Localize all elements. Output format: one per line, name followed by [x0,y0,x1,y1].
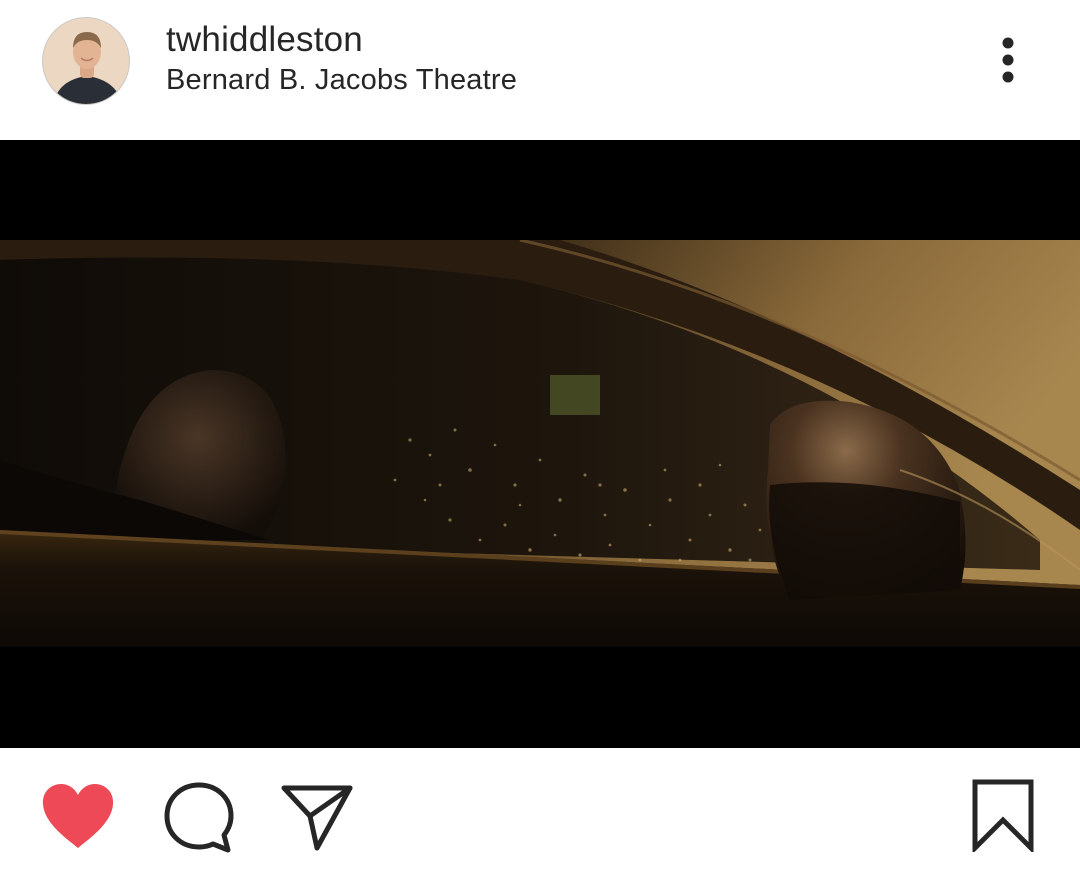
post-actions-bar [0,748,1080,874]
post-header: twhiddleston Bernard B. Jacobs Theatre [0,0,1080,140]
avatar[interactable] [42,17,130,105]
profile-photo [43,18,129,104]
username[interactable]: twhiddleston [166,20,363,60]
comment-button[interactable] [162,780,236,854]
video-still-image [0,240,1080,647]
video-frame [0,240,1080,647]
paper-plane-icon [281,785,353,851]
post-media[interactable] [0,140,1080,748]
vertical-ellipsis-icon [1002,37,1014,83]
instagram-post: twhiddleston Bernard B. Jacobs Theatre [0,0,1080,874]
location-link[interactable]: Bernard B. Jacobs Theatre [166,64,517,97]
share-button[interactable] [280,782,354,852]
bookmark-icon [972,779,1034,855]
speech-bubble-icon [164,782,234,853]
save-button[interactable] [968,778,1038,855]
more-options-button[interactable] [990,34,1026,90]
like-button[interactable] [40,782,116,850]
heart-icon [42,784,114,848]
